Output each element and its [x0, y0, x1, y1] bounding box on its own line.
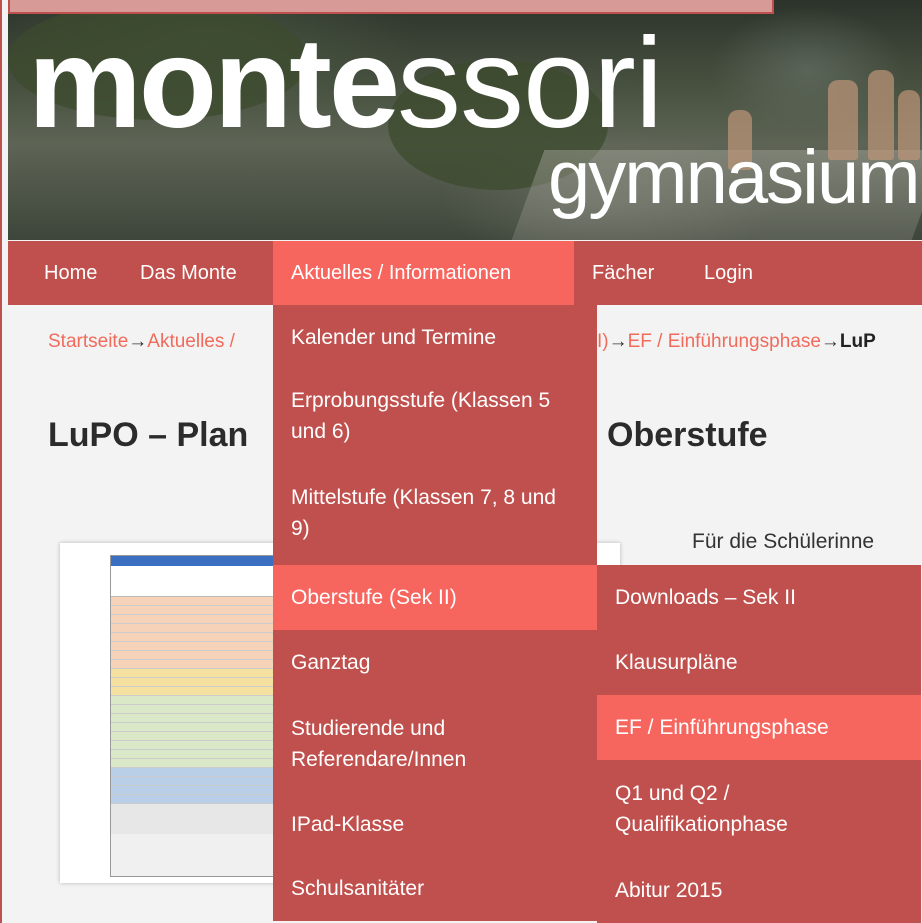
nav-faecher[interactable]: Fächer	[574, 241, 672, 305]
submenu-item-klausurplaene[interactable]: Klausurpläne	[597, 630, 921, 695]
submenu-item-abitur-2015[interactable]: Abitur 2015	[597, 857, 921, 923]
breadcrumb-current: LuP	[839, 331, 876, 352]
page-title: LuPO – Plan	[48, 416, 249, 454]
menu-item-ganztag[interactable]: Ganztag	[273, 630, 597, 695]
nav-aktuelles[interactable]: Aktuelles / Informationen	[273, 241, 574, 305]
breadcrumb: Startseite→Aktuelles /	[48, 331, 235, 352]
menu-item-ipad-klasse[interactable]: IPad-Klasse	[273, 792, 597, 856]
aktuelles-dropdown-menu: Kalender und Termine Erprobungsstufe (Kl…	[273, 305, 597, 921]
logo-wordmark[interactable]: montessori	[28, 20, 663, 148]
site-header: montessori gymnasium	[8, 0, 922, 240]
submenu-item-downloads[interactable]: Downloads – Sek II	[597, 565, 921, 630]
page-title-right: Oberstufe	[607, 416, 768, 454]
breadcrumb-aktuelles[interactable]: Aktuelles /	[147, 331, 235, 352]
menu-item-schulsanitaeter[interactable]: Schulsanitäter	[273, 856, 597, 921]
nav-home[interactable]: Home	[26, 241, 115, 305]
intro-text: Für die Schülerinne	[692, 530, 875, 553]
nav-das-monte[interactable]: Das Monte	[122, 241, 255, 305]
menu-item-studierende[interactable]: Studierende und Referendare/Innen	[273, 695, 597, 792]
logo-subtitle: gymnasium	[548, 135, 921, 220]
top-banner-box	[8, 0, 774, 14]
menu-item-mittelstufe[interactable]: Mittelstufe (Klassen 7, 8 und 9)	[273, 461, 597, 565]
breadcrumb-ef[interactable]: EF / Einführungsphase	[628, 331, 821, 352]
oberstufe-submenu: Downloads – Sek II Klausurpläne EF / Ein…	[597, 565, 921, 923]
breadcrumb-oberstufe-fragment[interactable]: I)	[597, 331, 609, 352]
submenu-item-ef[interactable]: EF / Einführungsphase	[597, 695, 921, 760]
nav-login[interactable]: Login	[686, 241, 771, 305]
breadcrumb-home[interactable]: Startseite	[48, 331, 128, 352]
breadcrumb-tail: I)→EF / Einführungsphase→LuP	[597, 331, 876, 352]
menu-item-erprobungsstufe[interactable]: Erprobungsstufe (Klassen 5 und 6)	[273, 370, 597, 461]
submenu-item-q1-q2[interactable]: Q1 und Q2 / Qualifikationphase	[597, 760, 921, 857]
menu-item-oberstufe[interactable]: Oberstufe (Sek II)	[273, 565, 597, 630]
menu-item-kalender[interactable]: Kalender und Termine	[273, 305, 597, 370]
main-nav: Home Das Monte Aktuelles / Informationen…	[8, 241, 922, 305]
